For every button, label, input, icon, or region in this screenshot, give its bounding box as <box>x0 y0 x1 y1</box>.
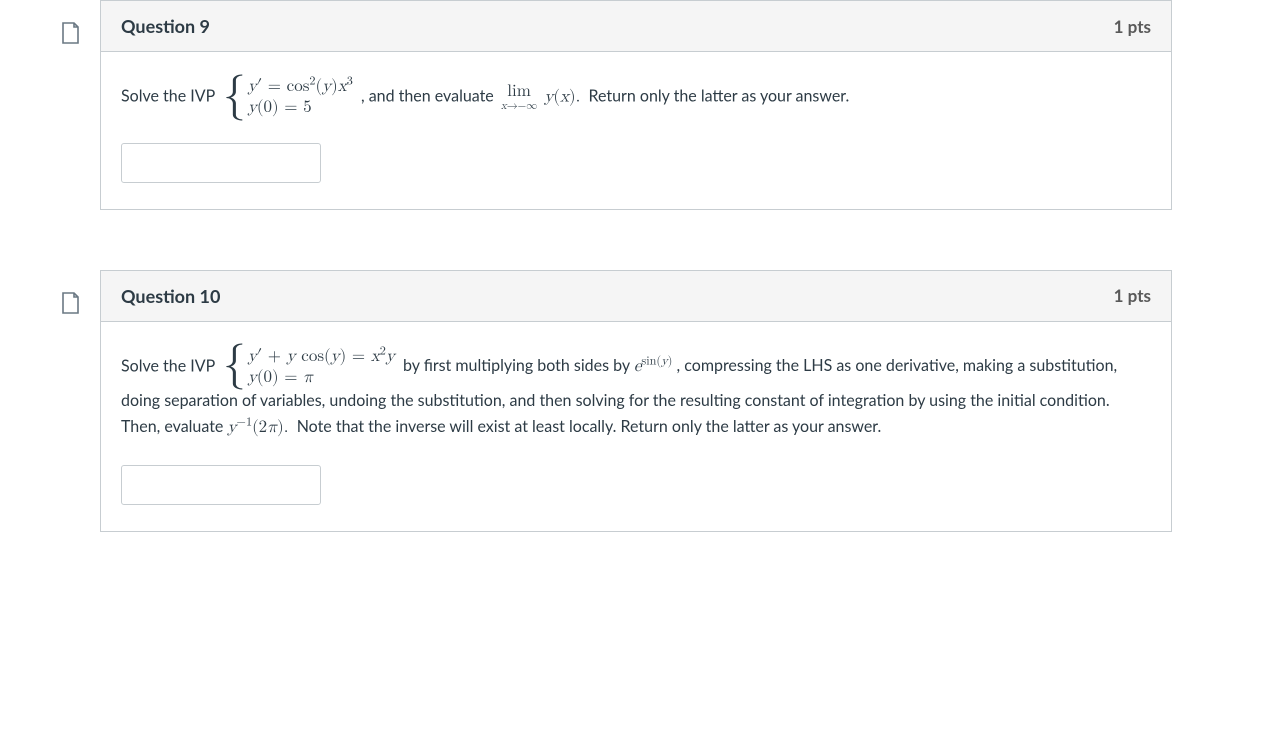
ivp-equation-2: y(0) = 5 <box>248 97 353 118</box>
math-e-siny: esin(y) <box>634 358 673 375</box>
ivp-system: { y′ + y cos(y) = x2y y(0) = π <box>223 346 395 389</box>
question-header: Question 9 1 pts <box>101 1 1171 52</box>
question-body: Solve the IVP { y′ + y cos(y) = x2y y(0)… <box>101 322 1171 531</box>
prompt-suffix: Note that the inverse will exist at leas… <box>297 417 882 436</box>
prompt-mid: , and then evaluate <box>361 86 494 105</box>
question-status-icon <box>60 292 80 314</box>
question-title: Question 10 <box>121 285 220 307</box>
prompt-suffix: Return only the latter as your answer. <box>589 86 850 105</box>
limit-top: lim <box>507 83 531 100</box>
question-points: 1 pts <box>1114 285 1151 306</box>
left-brace: { <box>223 344 246 385</box>
question-status-icon <box>60 22 80 44</box>
ivp-equation-1: y′ + y cos(y) = x2y <box>248 346 395 367</box>
prompt-prefix: Solve the IVP <box>121 86 215 105</box>
question-9-block: Question 9 1 pts Solve the IVP { y′ = co… <box>0 0 1282 210</box>
math-yinv: y−1(2π). <box>227 419 288 436</box>
question-10-block: Question 10 1 pts Solve the IVP { y′ + y… <box>0 270 1282 532</box>
prompt-mid-1: by first multiplying both sides by <box>403 356 634 375</box>
question-points: 1 pts <box>1114 16 1151 37</box>
question-10-container: Question 10 1 pts Solve the IVP { y′ + y… <box>100 270 1172 532</box>
question-header: Question 10 1 pts <box>101 271 1171 322</box>
limit-expression: lim x→−∞ <box>501 83 537 112</box>
limit-sub: x→−∞ <box>501 101 537 112</box>
prompt-prefix: Solve the IVP <box>121 356 215 375</box>
limit-argument: y(x). <box>544 89 580 106</box>
ivp-equation-1: y′ = cos2(y)x3 <box>248 76 353 97</box>
question-prompt: Solve the IVP { y′ = cos2(y)x3 y(0) = 5 <box>121 76 1151 119</box>
question-title: Question 9 <box>121 15 210 37</box>
answer-input[interactable] <box>121 465 321 505</box>
ivp-system: { y′ = cos2(y)x3 y(0) = 5 <box>223 76 353 119</box>
ivp-equation-2: y(0) = π <box>248 367 395 388</box>
left-brace: { <box>223 75 246 116</box>
question-9-container: Question 9 1 pts Solve the IVP { y′ = co… <box>100 0 1172 210</box>
question-body: Solve the IVP { y′ = cos2(y)x3 y(0) = 5 <box>101 52 1171 209</box>
answer-input[interactable] <box>121 143 321 183</box>
question-prompt: Solve the IVP { y′ + y cos(y) = x2y y(0)… <box>121 346 1151 441</box>
